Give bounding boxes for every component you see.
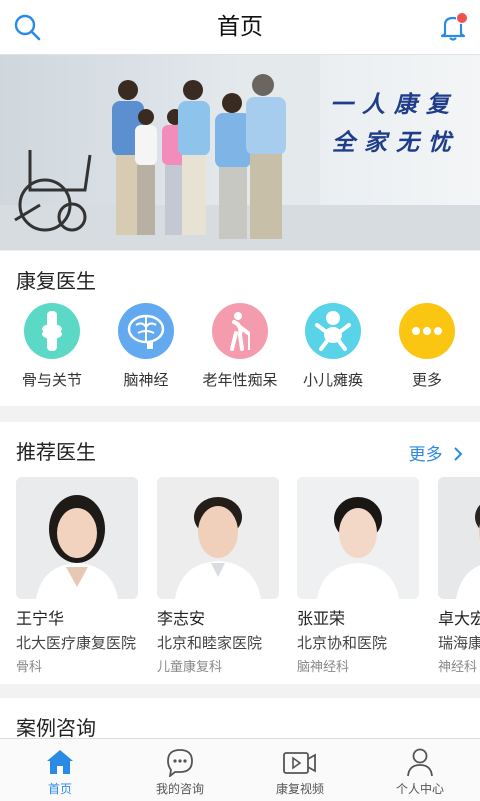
category-label: 老年性痴呆 [202,371,278,389]
tab-my-consultations[interactable]: 我的咨询 [120,739,240,801]
category-label: 更多 [411,371,442,389]
search-icon[interactable] [12,12,42,42]
doctor-photo [297,477,419,599]
tab-rehab-videos[interactable]: 康复视频 [240,739,360,801]
doctor-department: 神经科 [438,660,478,675]
doctor-photo [438,477,480,599]
tab-label: 我的咨询 [155,782,204,796]
home-icon [47,750,73,774]
banner-slogan-line1: 一人康复 [330,91,458,118]
doctor-hospital: 瑞海康复医院 [438,634,480,652]
doctor-name: 张亚荣 [297,609,346,628]
category-label: 骨与关节 [21,371,82,389]
category-brain-nerve[interactable]: 脑神经 [101,303,191,390]
promo-banner[interactable]: 一人康复 全家无忧 [0,55,480,250]
brain-icon [118,303,174,359]
doctor-card[interactable]: 卓大宏 瑞海康复医院 神经科 [438,477,480,675]
case-consultation-section: 案例咨询 [0,698,480,738]
doctor-name: 李志安 [157,609,206,628]
section-title: 推荐医生 [16,440,96,464]
category-more[interactable]: 更多 [382,303,472,390]
more-link-label: 更多 [408,445,443,465]
tab-personal-center[interactable]: 个人中心 [360,739,480,801]
tab-label: 康复视频 [275,782,324,796]
page-title: 首页 [217,14,263,40]
baby-icon [305,303,361,359]
top-bar: 首页 [0,0,480,55]
joint-icon [24,303,80,359]
category-child-paralysis[interactable]: 小儿瘫痪 [288,303,378,390]
chat-icon [167,749,193,777]
more-dots-icon [399,303,455,359]
more-doctors-link[interactable]: 更多 [409,440,464,465]
doctor-card[interactable]: 王宁华 北大医疗康复医院 骨科 [16,477,138,675]
doctor-hospital: 北京协和医院 [297,634,388,652]
section-title: 案例咨询 [16,716,96,738]
category-bone-joint[interactable]: 骨与关节 [7,303,97,390]
doctor-card[interactable]: 李志安 北京和睦家医院 儿童康复科 [157,477,279,675]
rehab-doctor-section: 康复医生 骨与关节 脑神经 老年性痴呆 小儿瘫痪 更多 [0,251,480,406]
tab-label: 个人中心 [395,782,444,796]
doctor-card[interactable]: 张亚荣 北京协和医院 脑神经科 [297,477,419,675]
category-label: 小儿瘫痪 [302,371,363,389]
doctor-photo [157,477,279,599]
notification-badge [456,12,468,24]
elderly-icon [212,303,268,359]
section-title: 康复医生 [16,269,96,293]
doctor-hospital: 北大医疗康复医院 [16,634,137,652]
video-icon [283,752,316,774]
doctor-department: 骨科 [16,660,43,675]
doctor-department: 脑神经科 [297,660,350,675]
tab-home[interactable]: 首页 [0,739,120,801]
banner-slogan-line2: 全家无忧 [332,129,460,156]
doctor-photo [16,477,138,599]
doctor-department: 儿童康复科 [157,660,223,675]
bottom-tab-bar: 首页 我的咨询 康复视频 个人中心 [0,738,480,801]
category-label: 脑神经 [123,371,169,389]
chevron-right-icon [454,447,463,461]
person-icon [407,748,433,777]
doctor-name: 卓大宏 [438,609,480,628]
recommended-doctors-section: 推荐医生 更多 王宁华 北大医疗康复医院 骨科 李志安 北京和睦家医院 儿童康复… [0,422,480,684]
doctor-hospital: 北京和睦家医院 [157,634,263,652]
tab-label: 首页 [47,782,72,796]
doctor-name: 王宁华 [16,609,65,628]
category-dementia[interactable]: 老年性痴呆 [195,303,285,390]
